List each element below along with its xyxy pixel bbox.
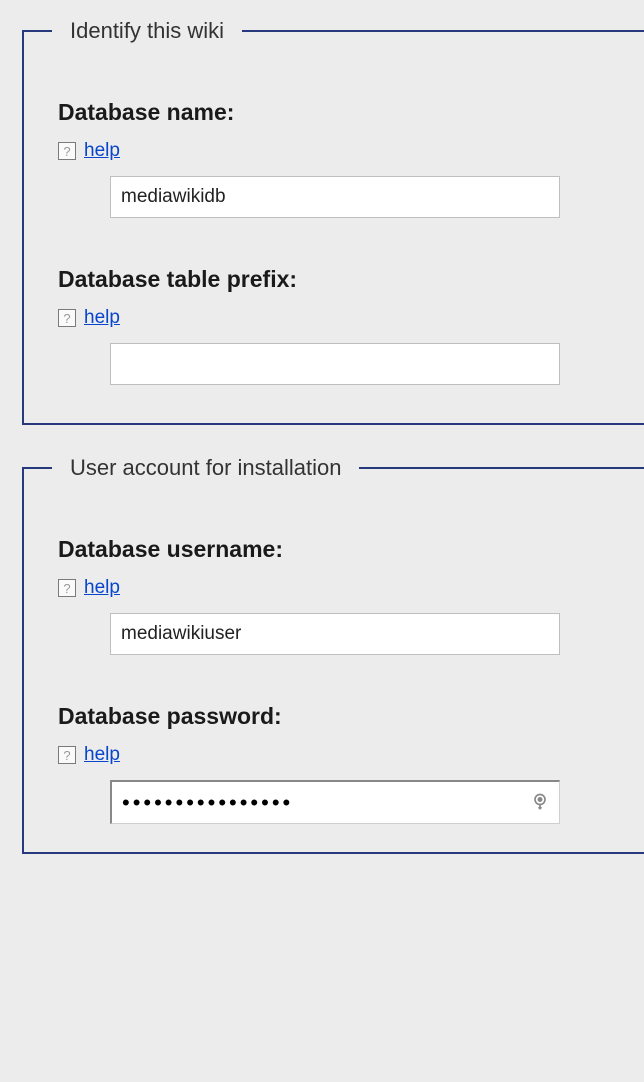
field-group-db-prefix: Database table prefix: ? help xyxy=(24,266,644,385)
help-icon: ? xyxy=(58,579,76,597)
help-row-db-password: ? help xyxy=(58,744,614,766)
field-group-db-password: Database password: ? help xyxy=(24,703,644,824)
legend-user-account: User account for installation xyxy=(52,455,359,481)
label-db-username: Database username: xyxy=(58,536,614,563)
help-link-db-password[interactable]: help xyxy=(84,744,120,766)
input-db-prefix[interactable] xyxy=(110,343,560,385)
legend-identify-wiki: Identify this wiki xyxy=(52,18,242,44)
fieldset-user-account: User account for installation Database u… xyxy=(22,455,644,854)
label-db-name: Database name: xyxy=(58,99,614,126)
help-icon: ? xyxy=(58,142,76,160)
input-db-password[interactable] xyxy=(110,780,560,824)
help-row-db-username: ? help xyxy=(58,577,614,599)
key-icon[interactable] xyxy=(530,792,550,812)
help-icon: ? xyxy=(58,746,76,764)
field-group-db-username: Database username: ? help xyxy=(24,536,644,655)
input-db-name[interactable] xyxy=(110,176,560,218)
input-db-username[interactable] xyxy=(110,613,560,655)
help-link-db-name[interactable]: help xyxy=(84,140,120,162)
field-group-db-name: Database name: ? help xyxy=(24,99,644,218)
help-link-db-prefix[interactable]: help xyxy=(84,307,120,329)
help-icon: ? xyxy=(58,309,76,327)
label-db-password: Database password: xyxy=(58,703,614,730)
help-row-db-name: ? help xyxy=(58,140,614,162)
help-link-db-username[interactable]: help xyxy=(84,577,120,599)
label-db-prefix: Database table prefix: xyxy=(58,266,614,293)
help-row-db-prefix: ? help xyxy=(58,307,614,329)
fieldset-identify-wiki: Identify this wiki Database name: ? help… xyxy=(22,18,644,425)
